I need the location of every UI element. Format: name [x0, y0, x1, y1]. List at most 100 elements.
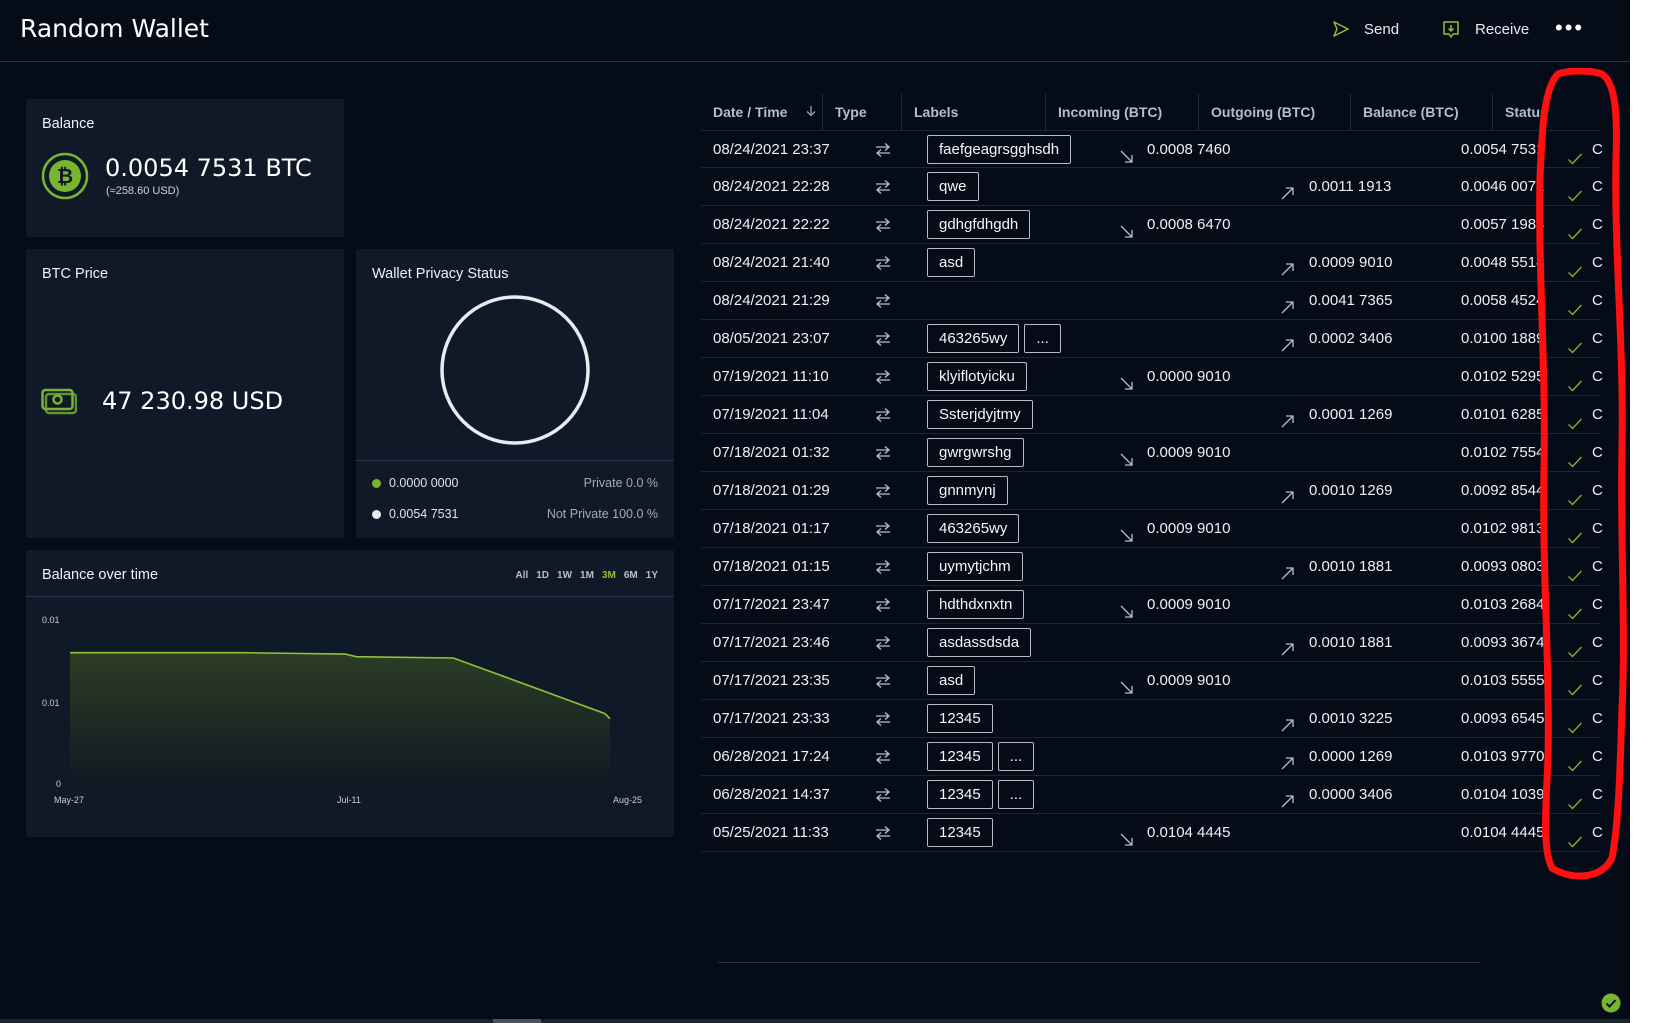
label-chip[interactable]: gwrgwrshg [927, 438, 1024, 467]
label-chip[interactable]: 12345 [927, 742, 993, 771]
label-chip[interactable]: hdthdxnxtn [927, 590, 1025, 619]
label-chip[interactable]: faefgeagrsgghsdh [927, 135, 1072, 164]
cell-balance: 0.0048 5514 [1461, 254, 1545, 271]
column-header-incoming[interactable]: Incoming (BTC) [1045, 94, 1198, 130]
column-header-balance[interactable]: Balance (BTC) [1350, 94, 1492, 130]
table-row[interactable]: 08/24/2021 21:29 0.0041 7365 0.0058 4524 C [701, 282, 1603, 320]
label-chip[interactable]: uymytjchm [927, 552, 1023, 581]
send-button[interactable]: Send [1332, 16, 1399, 42]
cell-outgoing: 0.0010 1881 [1309, 634, 1393, 651]
confirmed-check-icon [1567, 522, 1583, 544]
cell-labels: Ssterjdyjtmy [927, 400, 1033, 430]
privacy-title: Wallet Privacy Status [372, 266, 509, 282]
table-row[interactable]: 07/19/2021 11:04 Ssterjdyjtmy 0.0001 1269 0… [701, 396, 1603, 434]
label-chip[interactable]: 463265wy [927, 324, 1020, 353]
label-chip[interactable]: Ssterjdyjtmy [927, 400, 1033, 429]
y-tick-label: 0.01 [42, 615, 60, 625]
range-6m[interactable]: 6M [624, 570, 638, 581]
table-row[interactable]: 07/19/2021 11:10 klyiflotyicku 0.0000 9010… [701, 358, 1603, 396]
more-labels-chip[interactable]: ... [1024, 324, 1061, 353]
more-options-button[interactable]: ••• [1555, 17, 1584, 39]
sort-descending-icon[interactable] [805, 94, 817, 130]
horizontal-scrollbar[interactable] [0, 1019, 1630, 1023]
cell-balance: 0.0103 5555 [1461, 672, 1545, 689]
range-1y[interactable]: 1Y [646, 570, 658, 581]
cell-date-time: 07/18/2021 01:15 [713, 558, 830, 575]
transfer-type-icon [874, 369, 892, 385]
cell-incoming: 0.0104 4445 [1147, 824, 1231, 841]
more-labels-chip[interactable]: ... [997, 742, 1035, 771]
table-row[interactable]: 08/24/2021 23:37 faefgeagrsgghsdh 0.0008 7… [701, 130, 1603, 168]
label-chip[interactable]: klyiflotyicku [927, 362, 1027, 391]
table-row[interactable]: 07/18/2021 01:17 463265wy 0.0009 9010 0.010… [701, 510, 1603, 548]
label-chip[interactable]: asd [927, 248, 976, 277]
receive-button[interactable]: Receive [1441, 16, 1529, 42]
table-row[interactable]: 07/17/2021 23:46 asdassdsda 0.0010 1881 0.0… [701, 624, 1603, 662]
label-chip[interactable]: gdhgfdhgdh [927, 210, 1031, 239]
range-all[interactable]: All [515, 570, 528, 581]
column-header-labels[interactable]: Labels [901, 94, 1045, 130]
range-1m[interactable]: 1M [580, 570, 594, 581]
not-private-legend-dot [372, 510, 381, 519]
x-tick-label: May-27 [54, 795, 84, 805]
table-row[interactable]: 07/17/2021 23:47 hdthdxnxtn 0.0009 9010 0.0… [701, 586, 1603, 624]
confirmed-check-icon [1567, 750, 1583, 772]
status-ok-icon[interactable] [1601, 993, 1621, 1013]
transfer-type-icon [874, 407, 892, 423]
column-header-label: Date / Time [713, 104, 788, 120]
cell-labels: gdhgfdhgdh [927, 210, 1031, 240]
range-1w[interactable]: 1W [557, 570, 572, 581]
column-header-outgoing[interactable]: Outgoing (BTC) [1198, 94, 1350, 130]
column-header-type[interactable]: Type [822, 94, 901, 130]
cell-balance: 0.0093 0803 [1461, 558, 1545, 575]
table-row[interactable]: 05/25/2021 11:33 12345 0.0104 4445 0.0104 4… [701, 814, 1603, 852]
column-header-status[interactable]: Status [1492, 94, 1554, 130]
x-tick-label: Aug-25 [613, 795, 642, 805]
cell-labels: gwrgwrshg [927, 438, 1024, 468]
cell-status: C [1592, 596, 1603, 613]
label-chip[interactable]: gnnmynj [927, 476, 1008, 505]
cell-outgoing: 0.0002 3406 [1309, 330, 1393, 347]
label-chip[interactable]: 12345 [927, 818, 993, 847]
table-row[interactable]: 08/05/2021 23:07 463265wy... 0.0002 3406 0.… [701, 320, 1603, 358]
not-private-percent-label: Not Private 100.0 % [546, 507, 658, 521]
confirmed-check-icon [1567, 294, 1583, 316]
table-row[interactable]: 08/24/2021 21:40 asd 0.0009 9010 0.0048 551… [701, 244, 1603, 282]
table-row[interactable]: 06/28/2021 17:24 12345... 0.0000 1269 0.010… [701, 738, 1603, 776]
table-row[interactable]: 07/17/2021 23:35 asd 0.0009 9010 0.0103 555… [701, 662, 1603, 700]
send-icon [1333, 21, 1349, 37]
label-chip[interactable]: asdassdsda [927, 628, 1032, 657]
label-chip[interactable]: 463265wy [927, 514, 1020, 543]
cell-status: C [1592, 558, 1603, 575]
transfer-type-icon [874, 635, 892, 651]
confirmed-check-icon [1567, 256, 1583, 278]
confirmed-check-icon [1567, 370, 1583, 392]
column-header-date-time[interactable]: Date / Time [701, 94, 822, 130]
balance-usd-amount: (≈258.60 USD) [106, 185, 180, 197]
label-chip[interactable]: qwe [927, 172, 979, 201]
cell-balance: 0.0093 6545 [1461, 710, 1545, 727]
range-3m[interactable]: 3M [602, 570, 616, 581]
table-row[interactable]: 07/18/2021 01:32 gwrgwrshg 0.0009 9010 0.01… [701, 434, 1603, 472]
transfer-type-icon [874, 597, 892, 613]
cell-date-time: 07/19/2021 11:10 [713, 368, 829, 385]
label-chip[interactable]: 12345 [927, 704, 993, 733]
table-row[interactable]: 07/18/2021 01:15 uymytjchm 0.0010 1881 0.00… [701, 548, 1603, 586]
table-row[interactable]: 08/24/2021 22:22 gdhgfdhgdh 0.0008 6470 0.0… [701, 206, 1603, 244]
table-row[interactable]: 07/18/2021 01:29 gnnmynj 0.0010 1269 0.0092… [701, 472, 1603, 510]
confirmed-check-icon [1567, 180, 1583, 202]
label-chip[interactable]: asd [927, 666, 976, 695]
balance-area-fill [70, 652, 610, 782]
label-chip[interactable]: 12345 [927, 780, 993, 809]
range-1d[interactable]: 1D [536, 570, 549, 581]
cell-date-time: 08/24/2021 22:28 [713, 178, 830, 195]
incoming-arrow-icon [1119, 825, 1135, 846]
more-labels-chip[interactable]: ... [997, 780, 1035, 809]
table-row[interactable]: 06/28/2021 14:37 12345... 0.0000 3406 0.010… [701, 776, 1603, 814]
horizontal-scrollbar-thumb[interactable] [493, 1019, 541, 1023]
balance-tile: Balance ₿ 0.0054 7531 BTC (≈258.60 USD) [26, 99, 344, 237]
table-row[interactable]: 07/17/2021 23:33 12345 0.0010 3225 0.0093 6… [701, 700, 1603, 738]
cell-status: C [1592, 824, 1603, 841]
cell-balance: 0.0092 8544 [1461, 482, 1545, 499]
table-row[interactable]: 08/24/2021 22:28 qwe 0.0011 1913 0.0046 007… [701, 168, 1603, 206]
